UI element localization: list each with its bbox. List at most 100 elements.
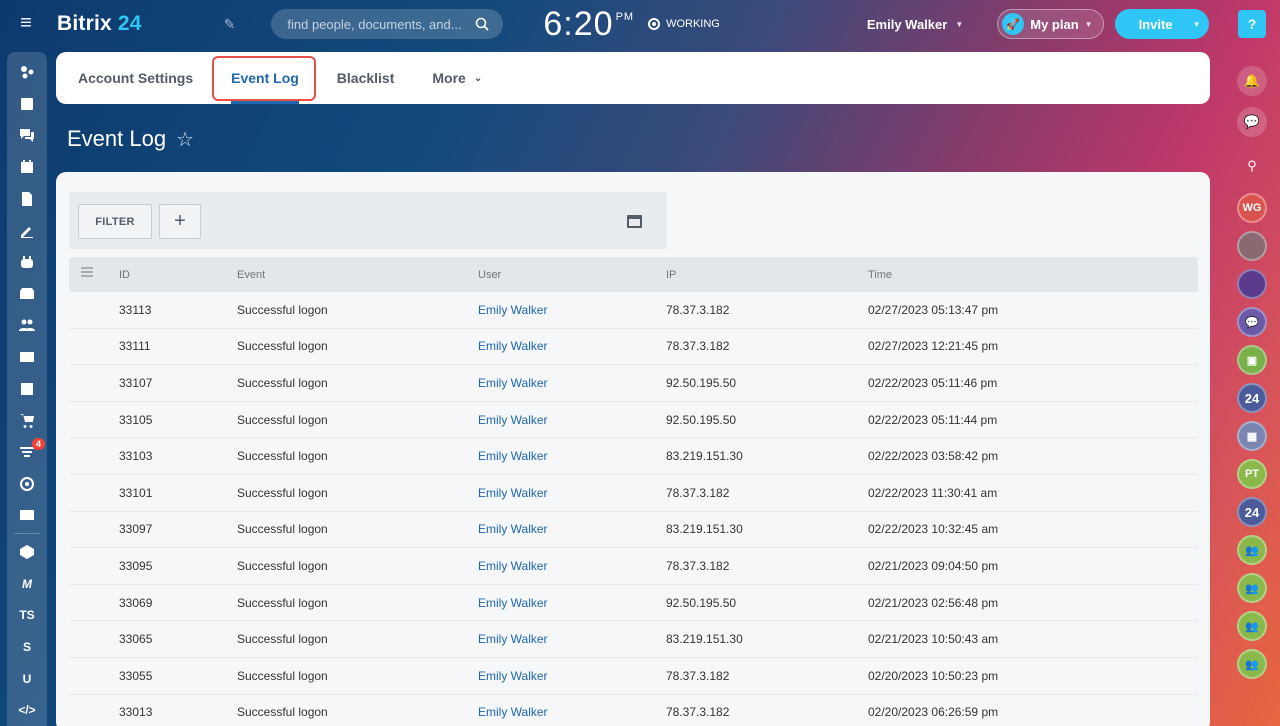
cart-icon[interactable] (7, 404, 47, 436)
bot-icon[interactable] (7, 246, 47, 278)
avatar[interactable] (1237, 231, 1267, 261)
sidebar-item-s[interactable]: S (7, 631, 47, 663)
tab-event-log[interactable]: Event Log (231, 52, 299, 104)
help-icon[interactable]: ? (1238, 10, 1266, 38)
cell-time-cell: 02/22/2023 03:58:42 pm (868, 438, 998, 474)
group-icon[interactable]: 👥 (1237, 573, 1267, 603)
cell-event-cell: Successful logon (237, 695, 328, 726)
cell-user-link[interactable]: Emily Walker (478, 705, 548, 719)
cell-time: 02/20/2023 10:50:23 pm (868, 668, 999, 683)
avatar[interactable]: PT (1237, 459, 1267, 489)
table-row[interactable]: 33013 Successful logon Emily Walker 78.37.3… (69, 695, 1198, 726)
work-status[interactable]: WORKING (648, 18, 720, 30)
search-icon[interactable]: ⚲ (1237, 151, 1267, 181)
hamburger-menu-icon[interactable]: ≡ (0, 0, 52, 46)
cell-user-link[interactable]: Emily Walker (478, 376, 548, 390)
table-row[interactable]: 33095 Successful logon Emily Walker 78.37.3… (69, 548, 1198, 585)
clock[interactable]: 6:20 PM (543, 5, 634, 44)
calendar-icon[interactable]: ▦ (1237, 421, 1267, 451)
documents-icon[interactable] (7, 183, 47, 215)
cell-ip: 78.37.3.182 (666, 339, 730, 354)
tasks-icon[interactable] (7, 88, 47, 120)
messages-icon[interactable]: 💬 (1237, 107, 1267, 137)
tab-more[interactable]: More ⌄ (432, 52, 482, 104)
cell-event: Successful logon (237, 522, 328, 537)
cell-event: Successful logon (237, 449, 328, 464)
column-header-ip[interactable]: IP (666, 257, 676, 292)
table-row[interactable]: 33101 Successful logon Emily Walker 78.37.3… (69, 475, 1198, 512)
table-row[interactable]: 33107 Successful logon Emily Walker 92.50.1… (69, 365, 1198, 402)
cell-event: Successful logon (237, 705, 328, 720)
cell-user-cell: Emily Walker (478, 292, 548, 328)
column-header-id[interactable]: ID (119, 257, 130, 292)
box-icon[interactable] (7, 536, 47, 568)
edit-pencil-icon[interactable]: ✎ (224, 16, 236, 33)
drive-icon[interactable] (7, 278, 47, 310)
table-row[interactable]: 33103 Successful logon Emily Walker 83.219.… (69, 438, 1198, 475)
sidebar-item-ts[interactable]: TS (7, 599, 47, 631)
contact-card-icon[interactable] (7, 499, 47, 531)
table-row[interactable]: 33113 Successful logon Emily Walker 78.37.3… (69, 292, 1198, 329)
chat-icon[interactable] (7, 119, 47, 151)
cell-user-link[interactable]: Emily Walker (478, 339, 548, 353)
column-header-time[interactable]: Time (868, 257, 892, 292)
cell-event-cell: Successful logon (237, 548, 328, 584)
table-row[interactable]: 33097 Successful logon Emily Walker 83.219.… (69, 512, 1198, 549)
cell-ip: 78.37.3.182 (666, 705, 730, 720)
table-row[interactable]: 33105 Successful logon Emily Walker 92.50.1… (69, 402, 1198, 439)
filter-funnel-icon[interactable]: 4 (7, 436, 47, 468)
column-settings-icon[interactable] (81, 267, 97, 279)
cell-time: 02/21/2023 09:04:50 pm (868, 558, 999, 573)
cell-user-link[interactable]: Emily Walker (478, 413, 548, 427)
sidebar-item-u[interactable]: U (7, 663, 47, 695)
add-button[interactable]: + (159, 204, 201, 239)
activity-stream-icon[interactable] (7, 56, 47, 88)
mail-icon[interactable] (7, 341, 47, 373)
tab-blacklist[interactable]: Blacklist (337, 52, 395, 104)
table-row[interactable]: 33069 Successful logon Emily Walker 92.50.1… (69, 585, 1198, 622)
user-menu[interactable]: Emily Walker ▼ (867, 17, 963, 32)
sign-icon[interactable] (7, 214, 47, 246)
target-icon[interactable] (7, 468, 47, 500)
cell-user-link[interactable]: Emily Walker (478, 522, 548, 536)
my-plan-button[interactable]: 🚀 My plan ▼ (997, 9, 1104, 39)
m-logo-icon[interactable]: M (7, 568, 47, 600)
cell-user-link[interactable]: Emily Walker (478, 632, 548, 646)
avatar[interactable]: WG (1237, 193, 1267, 223)
cell-user-link[interactable]: Emily Walker (478, 559, 548, 573)
cell-user-link[interactable]: Emily Walker (478, 303, 548, 317)
cell-user-link[interactable]: Emily Walker (478, 486, 548, 500)
open-channel-icon[interactable]: ▣ (1237, 345, 1267, 375)
cell-id: 33097 (119, 522, 153, 537)
group-icon[interactable]: 👥 (1237, 611, 1267, 641)
column-header-event[interactable]: Event (237, 257, 265, 292)
window-icon[interactable] (627, 215, 642, 228)
star-icon[interactable]: ☆ (176, 127, 194, 152)
notifications-bell-icon[interactable]: 🔔 (1237, 66, 1267, 96)
group-icon[interactable]: 👥 (1237, 535, 1267, 565)
cell-id: 33069 (119, 595, 153, 610)
search-input[interactable]: find people, documents, and... (271, 9, 504, 39)
column-header-user[interactable]: User (478, 257, 501, 292)
table-row[interactable]: 33055 Successful logon Emily Walker 78.37.3… (69, 658, 1198, 695)
tab-account-settings[interactable]: Account Settings (78, 52, 193, 104)
checklist-icon[interactable] (7, 373, 47, 405)
cell-id-cell: 33055 (119, 658, 152, 694)
filter-button[interactable]: FILTER (78, 204, 152, 239)
table-row[interactable]: 33111 Successful logon Emily Walker 78.37.3… (69, 329, 1198, 366)
cell-user-link[interactable]: Emily Walker (478, 669, 548, 683)
avatar[interactable] (1237, 269, 1267, 299)
cell-user-link[interactable]: Emily Walker (478, 449, 548, 463)
code-icon[interactable]: </> (7, 694, 47, 726)
group-icon[interactable]: 👥 (1237, 649, 1267, 679)
group-chat-icon[interactable]: 💬 (1237, 307, 1267, 337)
avatar[interactable]: 24 (1237, 497, 1267, 527)
avatar[interactable]: 24 (1237, 383, 1267, 413)
cell-user-link[interactable]: Emily Walker (478, 596, 548, 610)
cell-time-cell: 02/21/2023 10:50:43 am (868, 621, 998, 657)
employees-icon[interactable] (7, 309, 47, 341)
invite-button[interactable]: Invite ▼ (1114, 9, 1209, 39)
table-row[interactable]: 33065 Successful logon Emily Walker 83.219.… (69, 621, 1198, 658)
app-logo[interactable]: Bitrix 24 (57, 12, 142, 36)
calendar-icon[interactable] (7, 151, 47, 183)
